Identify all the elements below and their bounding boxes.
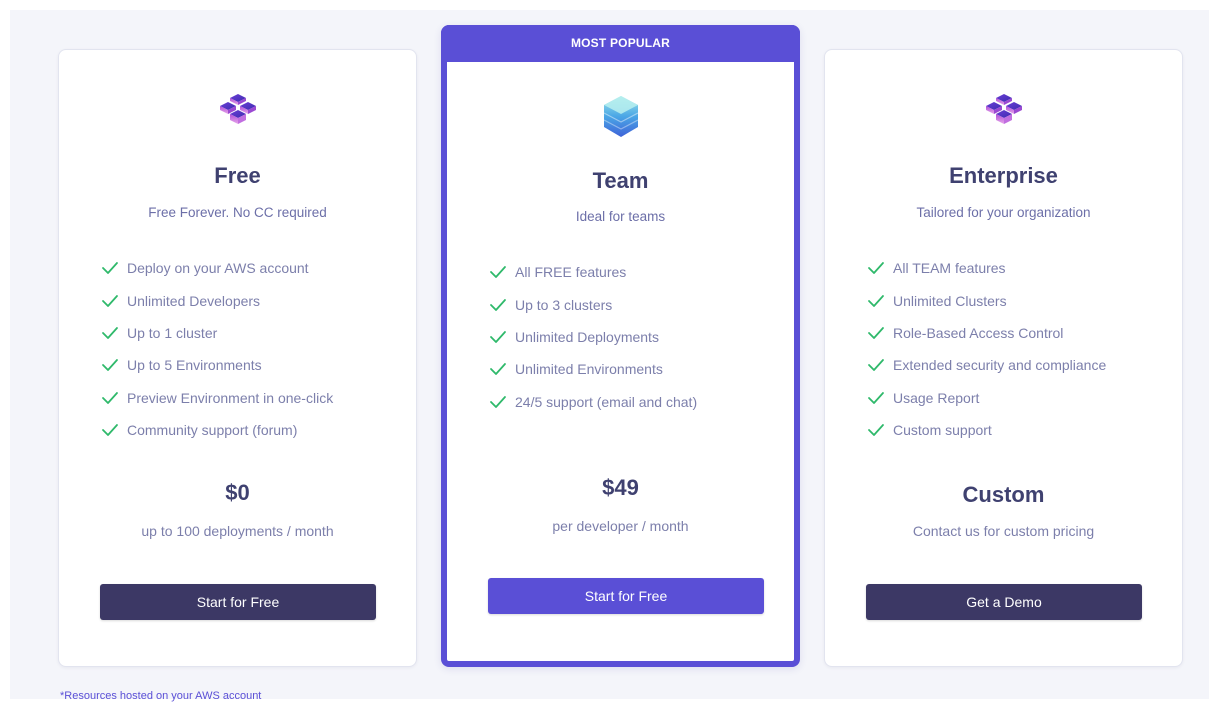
plan-name: Team [592, 168, 649, 193]
feature-text: Up to 5 Environments [127, 357, 262, 374]
feature-list: All FREE features Up to 3 clusters Unlim… [489, 256, 784, 418]
check-icon [101, 326, 119, 340]
feature-text: Community support (forum) [127, 422, 298, 439]
price-note: up to 100 deployments / month [141, 523, 334, 539]
feature-item: Up to 1 cluster [101, 317, 406, 349]
cubes-icon [212, 88, 264, 140]
plan-card-team: MOST POPULAR Team Ideal for teams All FR… [441, 25, 800, 667]
feature-item: Up to 3 clusters [489, 288, 784, 320]
feature-item: Community support (forum) [101, 414, 406, 446]
footnote: *Resources hosted on your AWS account [60, 690, 262, 702]
plan-price: $0 [225, 480, 250, 505]
plan-tagline: Tailored for your organization [916, 205, 1091, 220]
feature-item: Preview Environment in one-click [101, 382, 406, 414]
feature-item: Extended security and compliance [867, 349, 1172, 381]
feature-text: Unlimited Deployments [515, 328, 659, 345]
plan-card-free: Free Free Forever. No CC required Deploy… [58, 49, 417, 667]
plan-tagline: Ideal for teams [575, 209, 666, 224]
feature-text: Unlimited Environments [515, 361, 663, 378]
check-icon [101, 358, 119, 372]
check-icon [101, 423, 119, 437]
plan-price: Custom [962, 482, 1045, 507]
check-icon [867, 391, 885, 405]
check-icon [101, 261, 119, 275]
feature-text: 24/5 support (email and chat) [515, 393, 698, 410]
feature-text: Deploy on your AWS account [127, 260, 309, 277]
cubes-icon [978, 88, 1030, 140]
check-icon [867, 294, 885, 308]
feature-text: Usage Report [893, 389, 980, 406]
feature-item: All TEAM features [867, 252, 1172, 284]
feature-text: All TEAM features [893, 260, 1006, 277]
feature-item: All FREE features [489, 256, 784, 288]
feature-item: Unlimited Developers [101, 284, 406, 316]
feature-item: Unlimited Clusters [867, 284, 1172, 316]
feature-text: Role-Based Access Control [893, 324, 1064, 341]
feature-text: Up to 1 cluster [127, 324, 218, 341]
get-demo-button[interactable]: Get a Demo [866, 584, 1142, 620]
feature-item: Unlimited Environments [489, 353, 784, 385]
feature-text: Unlimited Clusters [893, 292, 1007, 309]
check-icon [867, 326, 885, 340]
price-note: per developer / month [552, 518, 689, 534]
start-free-button[interactable]: Start for Free [488, 578, 764, 614]
feature-item: Deploy on your AWS account [101, 252, 406, 284]
feature-item: 24/5 support (email and chat) [489, 386, 784, 418]
plan-name: Enterprise [949, 163, 1058, 188]
plan-tagline: Free Forever. No CC required [148, 205, 327, 220]
feature-item: Up to 5 Environments [101, 349, 406, 381]
feature-text: Custom support [893, 422, 992, 439]
feature-text: All FREE features [515, 264, 627, 281]
feature-item: Role-Based Access Control [867, 317, 1172, 349]
check-icon [489, 265, 507, 279]
plan-card-enterprise: Enterprise Tailored for your organizatio… [824, 49, 1183, 667]
feature-list: Deploy on your AWS account Unlimited Dev… [101, 252, 406, 446]
check-icon [867, 423, 885, 437]
check-icon [867, 261, 885, 275]
stack-icon [595, 91, 647, 143]
start-free-button[interactable]: Start for Free [100, 584, 376, 620]
feature-item: Unlimited Deployments [489, 321, 784, 353]
feature-text: Up to 3 clusters [515, 296, 613, 313]
feature-text: Extended security and compliance [893, 357, 1107, 374]
check-icon [489, 362, 507, 376]
feature-item: Custom support [867, 414, 1172, 446]
check-icon [489, 298, 507, 312]
check-icon [489, 330, 507, 344]
price-note: Contact us for custom pricing [912, 523, 1095, 539]
check-icon [101, 391, 119, 405]
feature-item: Usage Report [867, 382, 1172, 414]
plan-name: Free [214, 163, 261, 188]
feature-text: Unlimited Developers [127, 292, 261, 309]
check-icon [867, 358, 885, 372]
plan-price: $49 [602, 475, 639, 500]
check-icon [101, 294, 119, 308]
most-popular-badge: MOST POPULAR [441, 25, 800, 62]
feature-text: Preview Environment in one-click [127, 389, 334, 406]
feature-list: All TEAM features Unlimited Clusters Rol… [867, 252, 1172, 446]
check-icon [489, 395, 507, 409]
